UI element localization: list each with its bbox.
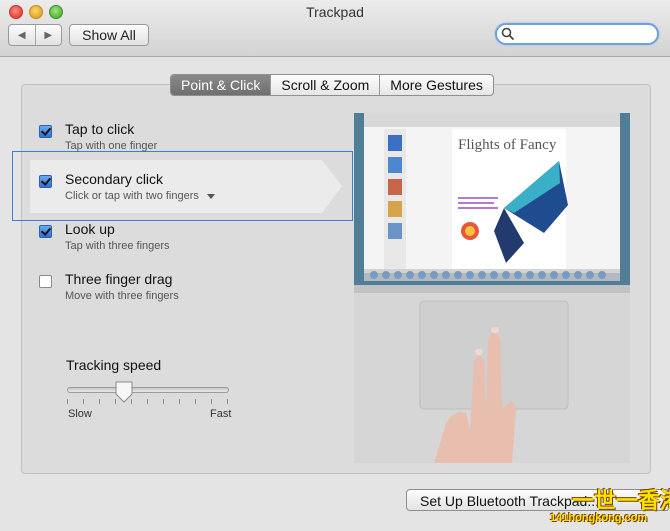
three-finger-drag-checkbox[interactable]	[39, 275, 52, 288]
slider-max-label: Fast	[210, 408, 232, 420]
watermark-url: 141hongkong.com	[550, 512, 648, 524]
search-icon	[501, 27, 515, 41]
option-title: Tap to click	[65, 121, 135, 137]
title-bar: Trackpad ◀ ▶ Show All	[0, 0, 670, 57]
search-field[interactable]	[495, 23, 659, 45]
option-subtitle: Move with three fingers	[65, 290, 179, 302]
tab-more-gestures[interactable]: More Gestures	[379, 75, 493, 95]
back-button[interactable]: ◀	[9, 25, 35, 45]
gesture-preview-video: Flights of Fancy	[354, 113, 630, 463]
option-title: Look up	[65, 221, 115, 237]
chevron-down-icon[interactable]	[206, 193, 215, 199]
slider-min-label: Slow	[68, 408, 92, 420]
forward-button[interactable]: ▶	[34, 25, 62, 45]
tracking-speed-slider-track[interactable]	[67, 387, 229, 393]
preview-doc-heading: Flights of Fancy	[458, 137, 557, 153]
preview-illustration: Flights of Fancy	[354, 113, 630, 463]
nav-buttons: ◀ ▶	[8, 24, 62, 46]
tab-scroll-zoom[interactable]: Scroll & Zoom	[270, 75, 379, 95]
search-input[interactable]	[517, 26, 655, 44]
tab-bar: Point & Click Scroll & Zoom More Gesture…	[170, 74, 494, 96]
secondary-click-checkbox[interactable]	[39, 175, 52, 188]
option-title: Three finger drag	[65, 271, 173, 287]
watermark: 一世一香港 141hongkong.com	[544, 483, 670, 531]
secondary-click-popup[interactable]: Click or tap with two fingers	[65, 190, 215, 202]
option-subtitle: Tap with three fingers	[65, 240, 170, 252]
look-up-checkbox[interactable]	[39, 225, 52, 238]
tracking-speed-label: Tracking speed	[66, 357, 162, 373]
tab-point-click[interactable]: Point & Click	[171, 75, 271, 95]
window-title: Trackpad	[306, 4, 364, 20]
option-subtitle: Tap with one finger	[65, 140, 158, 152]
option-subtitle: Click or tap with two fingers	[65, 190, 199, 202]
option-title: Secondary click	[65, 171, 164, 187]
selection-highlight	[12, 151, 353, 221]
show-all-button[interactable]: Show All	[69, 24, 149, 46]
tap-to-click-checkbox[interactable]	[39, 125, 52, 138]
watermark-text: 一世一香港	[572, 488, 670, 513]
